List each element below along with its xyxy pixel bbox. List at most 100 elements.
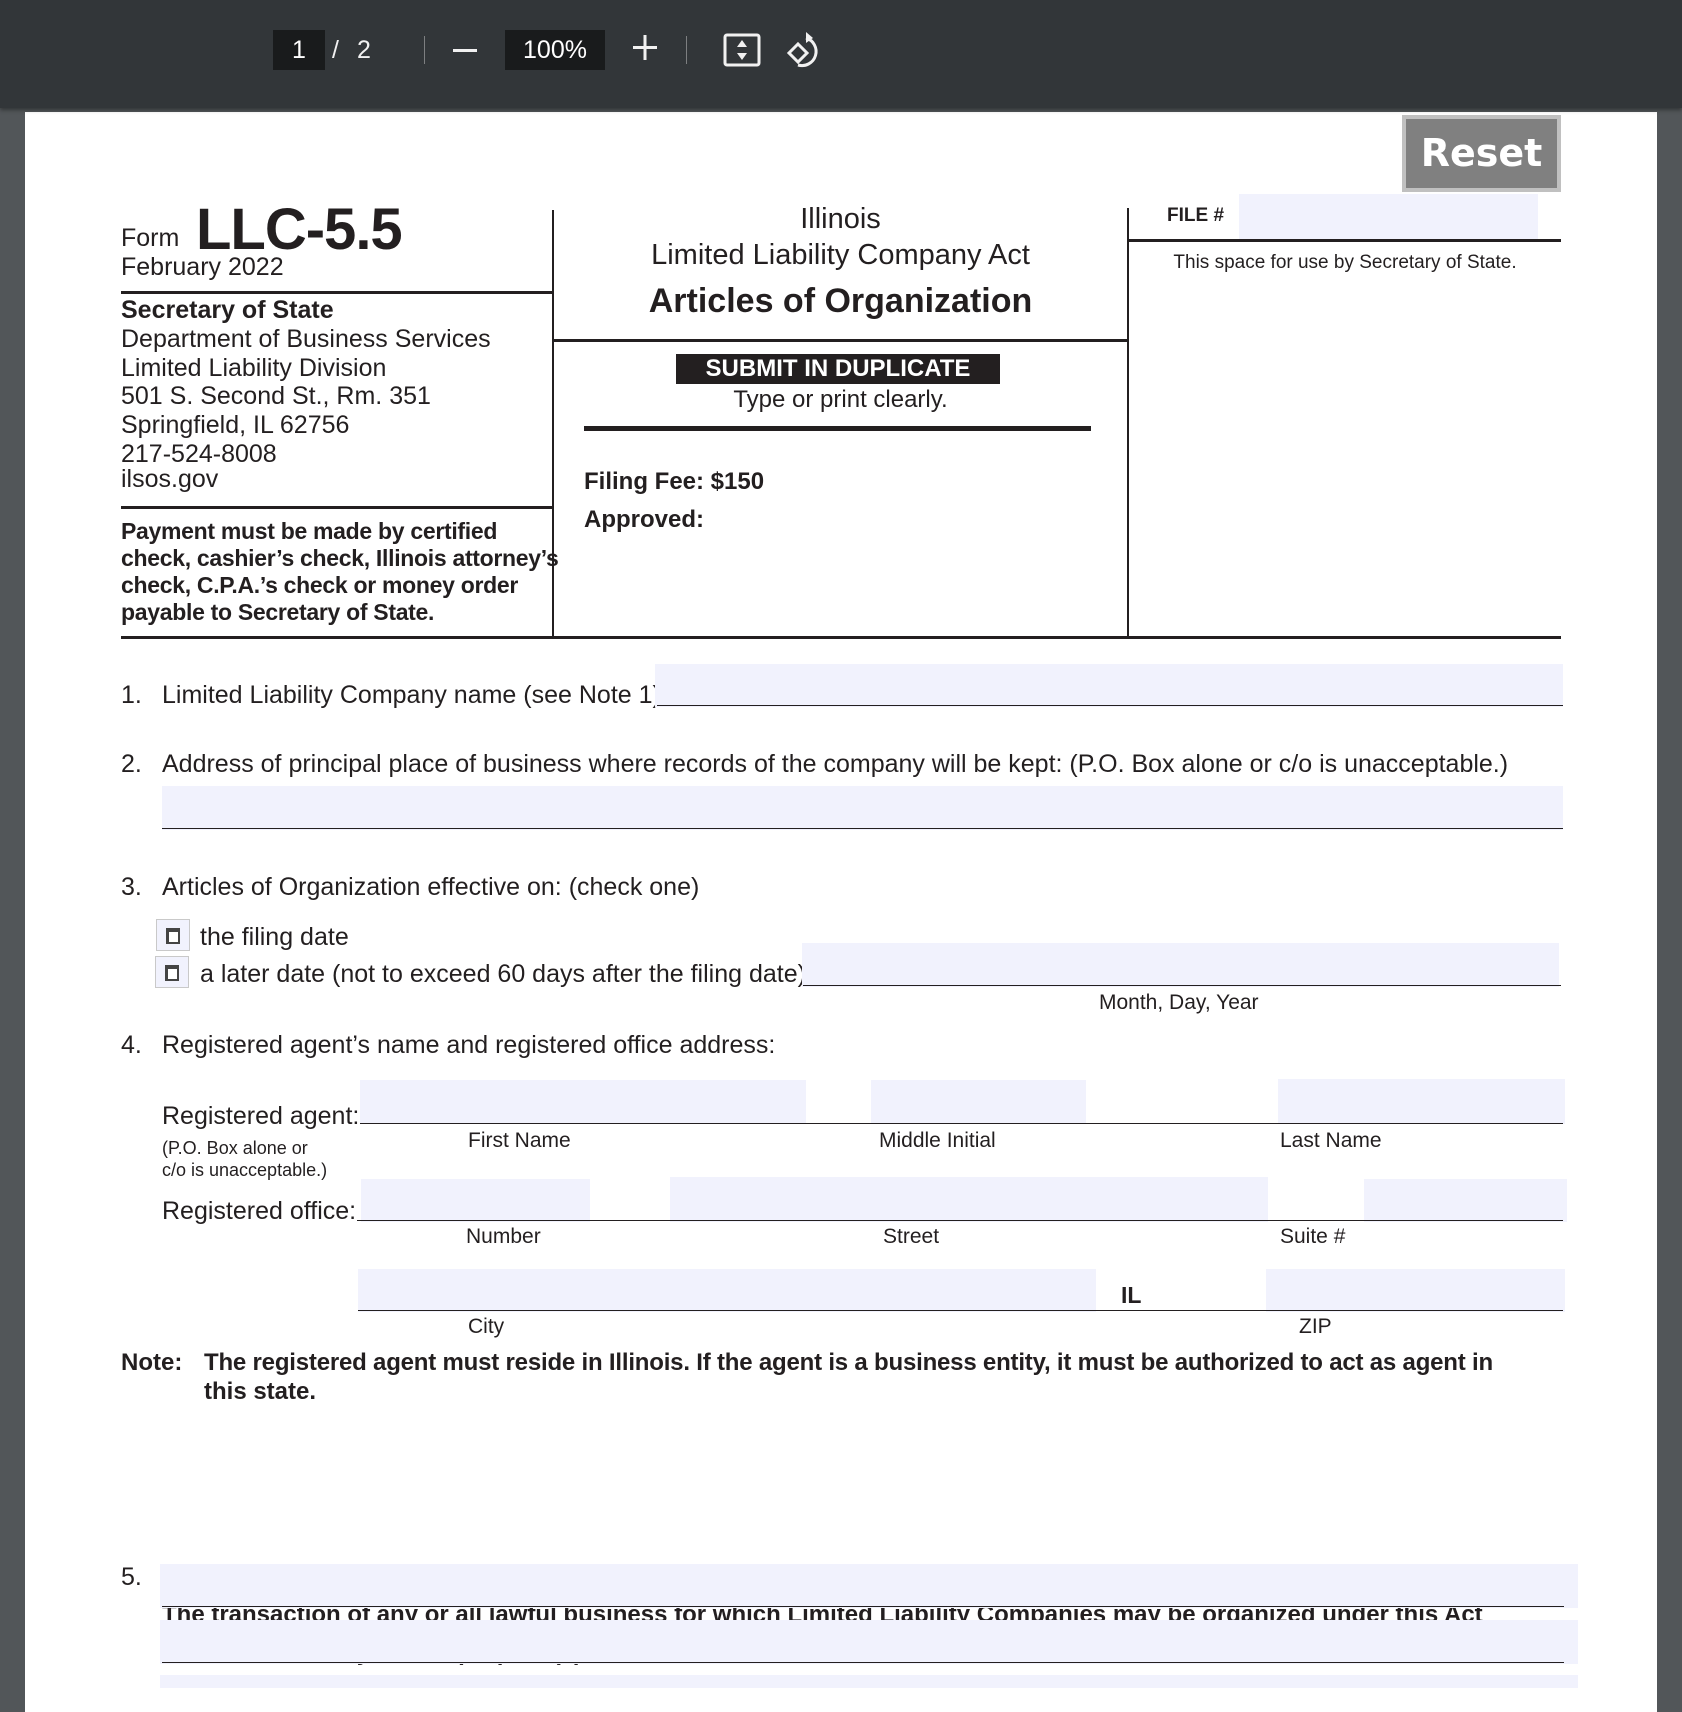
filing-fee: Filing Fee: $150 — [584, 468, 765, 495]
submit-in-duplicate-banner: SUBMIT IN DUPLICATE — [676, 354, 1000, 384]
form-date: February 2022 — [121, 253, 284, 281]
agent-middle-initial-input[interactable] — [871, 1080, 1086, 1124]
divider — [121, 291, 554, 294]
q3-number: 3. — [121, 873, 142, 901]
plus-icon — [633, 35, 657, 60]
registered-office-label: Registered office: — [162, 1197, 357, 1225]
zoom-level-input[interactable]: 100% — [505, 30, 605, 70]
underline — [357, 1220, 1563, 1221]
agency-line: Department of Business Services — [121, 325, 491, 353]
agency-line: Limited Liability Division — [121, 354, 387, 382]
zoom-in-button[interactable] — [628, 26, 662, 70]
q3-label: Articles of Organization effective on: (… — [162, 873, 700, 901]
note-text-line: The registered agent must reside in Illi… — [204, 1349, 1493, 1376]
file-number-label: FILE # — [1167, 205, 1225, 226]
q4-label: Registered agent’s name and registered o… — [162, 1031, 776, 1059]
agent-note: (P.O. Box alone or — [162, 1138, 308, 1158]
payment-note-line: Payment must be made by certified — [121, 518, 498, 544]
agent-last-name-input[interactable] — [1278, 1079, 1565, 1124]
act-heading: Limited Liability Company Act — [651, 239, 1030, 271]
number-caption: Number — [466, 1225, 541, 1248]
later-date-input[interactable] — [802, 943, 1559, 987]
toolbar-divider — [686, 36, 687, 64]
total-pages: 2 — [357, 36, 371, 64]
sos-use-note: This space for use by Secretary of State… — [1173, 252, 1517, 273]
approved-label: Approved: — [584, 506, 704, 533]
q2-number: 2. — [121, 750, 142, 778]
office-city-input[interactable] — [358, 1269, 1096, 1312]
agent-first-name-input[interactable] — [360, 1080, 806, 1124]
later-date-option-label: a later date (not to exceed 60 days afte… — [200, 960, 813, 988]
underline — [358, 1310, 1563, 1311]
q1-label: Limited Liability Company name (see Note… — [162, 681, 668, 709]
page-separator: / — [332, 36, 339, 64]
filing-date-option-label: the filing date — [200, 923, 349, 951]
later-date-checkbox[interactable] — [155, 956, 189, 988]
office-state-value: IL — [1121, 1282, 1142, 1308]
underline — [162, 1662, 1564, 1663]
later-date-caption: Month, Day, Year — [1099, 991, 1259, 1014]
note-text-line: this state. — [204, 1378, 317, 1405]
zoom-out-button[interactable] — [450, 28, 480, 72]
agent-note: c/o is unacceptable.) — [162, 1160, 328, 1180]
payment-note-line: check, C.P.A.’s check or money order — [121, 572, 518, 598]
divider — [554, 339, 1127, 342]
q5-number: 5. — [121, 1563, 142, 1591]
file-number-input[interactable] — [1239, 194, 1538, 240]
principal-address-input[interactable] — [162, 786, 1563, 830]
office-number-input[interactable] — [361, 1179, 590, 1222]
underline — [162, 828, 1563, 829]
q2-label: Address of principal place of business w… — [162, 750, 1509, 778]
state-heading: Illinois — [800, 203, 881, 235]
note-label: Note: — [121, 1349, 183, 1376]
payment-note-line: check, cashier’s check, Illinois attorne… — [121, 545, 559, 571]
registered-agent-label: Registered agent: — [162, 1102, 360, 1130]
reset-button[interactable]: Reset — [1402, 115, 1561, 192]
first-name-caption: First Name — [468, 1129, 571, 1152]
divider — [1129, 239, 1561, 242]
pdf-toolbar: 1 / 2 100% — [0, 0, 1682, 108]
street-caption: Street — [883, 1225, 940, 1248]
thick-divider — [584, 426, 1091, 431]
toolbar-divider — [424, 36, 425, 64]
payment-note-line: payable to Secretary of State. — [121, 599, 435, 625]
form-prefix: Form — [121, 224, 180, 252]
last-name-caption: Last Name — [1280, 1129, 1382, 1152]
office-street-input[interactable] — [670, 1177, 1268, 1222]
fit-to-page-icon — [723, 33, 761, 67]
instruction-text: Type or print clearly. — [733, 386, 948, 413]
filing-date-checkbox[interactable] — [156, 919, 190, 951]
form-title: Articles of Organization — [648, 282, 1033, 320]
fit-to-page-button[interactable] — [723, 33, 761, 67]
underline — [657, 705, 1563, 706]
rotate-icon — [786, 32, 818, 68]
column-divider — [552, 210, 554, 638]
divider — [121, 506, 554, 509]
zip-caption: ZIP — [1299, 1315, 1332, 1338]
suite-caption: Suite # — [1280, 1225, 1346, 1248]
agency-line: 501 S. Second St., Rm. 351 — [121, 382, 431, 410]
q4-number: 4. — [121, 1031, 142, 1059]
purpose-line-2-input[interactable] — [160, 1620, 1578, 1664]
q1-number: 1. — [121, 681, 142, 709]
underline — [360, 1123, 1563, 1124]
rotate-button[interactable] — [786, 30, 826, 70]
purpose-line-3-input[interactable] — [160, 1675, 1578, 1688]
minus-icon — [453, 49, 477, 52]
current-page-input[interactable]: 1 — [273, 30, 325, 70]
header-bottom-divider — [121, 636, 1561, 639]
payment-note: Payment must be made by certified check,… — [121, 518, 559, 626]
office-suite-input[interactable] — [1364, 1179, 1567, 1222]
agency-line: Springfield, IL 62756 — [121, 411, 350, 439]
middle-initial-caption: Middle Initial — [879, 1129, 996, 1152]
scrollbar-track[interactable] — [1657, 108, 1682, 1686]
city-caption: City — [468, 1315, 505, 1338]
purpose-line-1-input[interactable] — [160, 1564, 1578, 1608]
office-zip-input[interactable] — [1266, 1269, 1565, 1312]
agency-name: Secretary of State — [121, 296, 334, 324]
underline — [162, 1606, 1564, 1607]
underline — [803, 985, 1561, 986]
llc-name-input[interactable] — [655, 664, 1563, 707]
pdf-page: Reset Form LLC-5.5 February 2022 Secreta… — [25, 112, 1657, 1712]
agency-website[interactable]: ilsos.gov — [121, 465, 218, 494]
